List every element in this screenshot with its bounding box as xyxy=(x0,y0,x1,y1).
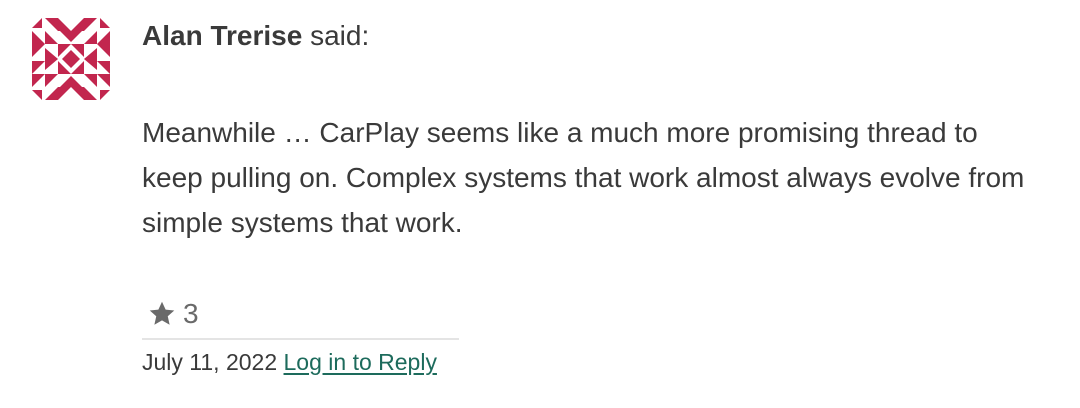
rating-count: 3 xyxy=(183,298,199,329)
star-icon xyxy=(149,301,175,325)
comment-author-name: Alan Trerise xyxy=(142,20,303,51)
comment-date: July 11, 2022 xyxy=(142,349,278,375)
comment-body: Meanwhile … CarPlay seems like a much mo… xyxy=(142,117,1025,238)
comment-author-line: Alan Trerise said: xyxy=(142,18,369,54)
rating-button[interactable]: 3 xyxy=(147,296,199,332)
avatar xyxy=(32,18,110,100)
quilt-pattern-avatar-icon xyxy=(32,18,110,100)
divider xyxy=(142,338,459,340)
login-to-reply-link[interactable]: Log in to Reply xyxy=(284,349,437,375)
comment-meta: July 11, 2022 Log in to Reply xyxy=(142,346,437,378)
comment: Alan Trerise said: Meanwhile … CarPlay s… xyxy=(0,0,1080,408)
comment-said-label: said: xyxy=(310,20,370,51)
